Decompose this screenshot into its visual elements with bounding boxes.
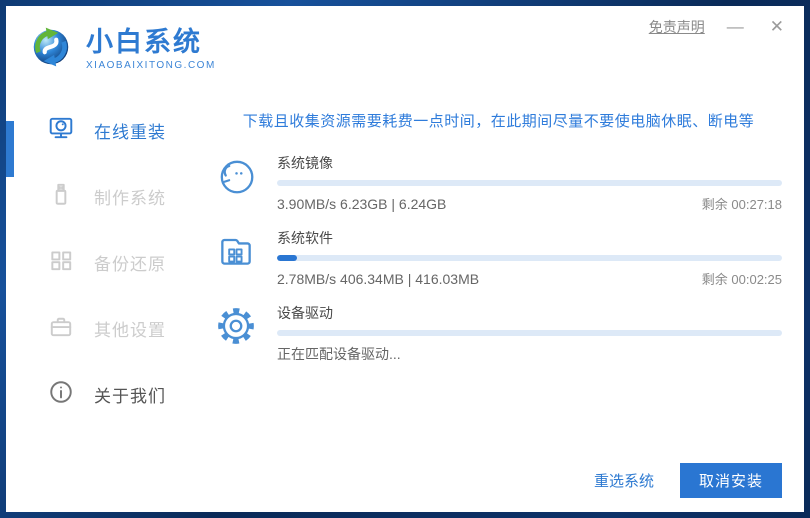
progress-bar	[277, 255, 782, 261]
brand-domain: XIAOBAIXITONG.COM	[86, 60, 216, 71]
task-remaining-time: 剩余 00:27:18	[702, 194, 782, 213]
sync-sphere-logo-icon	[28, 24, 74, 75]
task-body: 设备驱动 正在匹配设备驱动...	[277, 303, 782, 364]
sidebar: 在线重装 制作系统	[6, 90, 202, 512]
sidebar-item-make-system[interactable]: 制作系统	[6, 174, 202, 218]
blocks-icon	[48, 247, 74, 278]
task-stats: 3.90MB/s 6.23GB | 6.24GB 剩余 00:27:18	[277, 194, 782, 213]
sidebar-item-label: 其他设置	[94, 316, 166, 341]
cancel-install-button[interactable]: 取消安装	[680, 463, 782, 498]
progress-bar	[277, 180, 782, 186]
sidebar-item-label: 在线重装	[94, 118, 166, 143]
task-remaining-time: 剩余 00:02:25	[702, 269, 782, 288]
task-stats: 2.78MB/s 406.34MB | 416.03MB 剩余 00:02:25	[277, 269, 782, 288]
task-body: 系统软件 2.78MB/s 406.34MB | 416.03MB 剩余 00:…	[277, 228, 782, 288]
briefcase-icon	[48, 313, 74, 344]
footer-actions: 重选系统 取消安装	[594, 463, 782, 498]
active-indicator	[6, 121, 14, 177]
task-speed-size: 3.90MB/s 6.23GB | 6.24GB	[277, 196, 446, 212]
main-panel: 下载且收集资源需要耗费一点时间，在此期间尽量不要使电脑休眠、断电等 系	[202, 90, 804, 512]
task-status-text: 正在匹配设备驱动...	[277, 344, 401, 364]
sidebar-item-backup-restore[interactable]: 备份还原	[6, 240, 202, 284]
download-notice: 下载且收集资源需要耗费一点时间，在此期间尽量不要使电脑休眠、断电等	[215, 110, 782, 131]
window-inner: 小白系统 XIAOBAIXITONG.COM 免责声明 — ✕	[6, 6, 804, 512]
task-stats: 正在匹配设备驱动...	[277, 344, 782, 364]
minimize-icon[interactable]: —	[723, 16, 748, 37]
usb-icon	[48, 181, 74, 212]
info-icon	[48, 379, 74, 410]
progress-bar	[277, 330, 782, 336]
header: 小白系统 XIAOBAIXITONG.COM 免责声明 — ✕	[6, 6, 804, 90]
body: 在线重装 制作系统	[6, 90, 804, 512]
sidebar-item-about-us[interactable]: 关于我们	[6, 372, 202, 416]
brand-text: 小白系统 XIAOBAIXITONG.COM	[86, 28, 216, 71]
close-icon[interactable]: ✕	[766, 16, 788, 37]
sidebar-item-label: 备份还原	[94, 250, 166, 275]
task-row-system-software: 系统软件 2.78MB/s 406.34MB | 416.03MB 剩余 00:…	[215, 228, 782, 288]
folder-apps-icon	[215, 228, 257, 288]
brand-logo: 小白系统 XIAOBAIXITONG.COM	[28, 24, 216, 75]
disclaimer-link[interactable]: 免责声明	[649, 17, 705, 37]
reselect-system-button[interactable]: 重选系统	[594, 470, 654, 491]
monitor-icon	[48, 115, 74, 146]
task-row-system-image: 系统镜像 3.90MB/s 6.23GB | 6.24GB 剩余 00:27:1…	[215, 153, 782, 213]
task-speed-size: 2.78MB/s 406.34MB | 416.03MB	[277, 271, 479, 287]
brand-name: 小白系统	[86, 28, 216, 58]
sidebar-item-other-settings[interactable]: 其他设置	[6, 306, 202, 350]
task-title: 设备驱动	[277, 303, 782, 323]
task-title: 系统镜像	[277, 153, 782, 173]
progress-fill	[277, 255, 297, 261]
sidebar-item-label: 关于我们	[94, 382, 166, 407]
task-row-device-drivers: 设备驱动 正在匹配设备驱动...	[215, 303, 782, 364]
task-body: 系统镜像 3.90MB/s 6.23GB | 6.24GB 剩余 00:27:1…	[277, 153, 782, 213]
gear-icon	[215, 303, 257, 364]
app-window: 小白系统 XIAOBAIXITONG.COM 免责声明 — ✕	[0, 0, 810, 518]
mascot-face-icon	[215, 153, 257, 213]
sidebar-item-label: 制作系统	[94, 184, 166, 209]
task-title: 系统软件	[277, 228, 782, 248]
window-controls: 免责声明 — ✕	[649, 16, 788, 37]
sidebar-item-online-reinstall[interactable]: 在线重装	[6, 108, 202, 152]
